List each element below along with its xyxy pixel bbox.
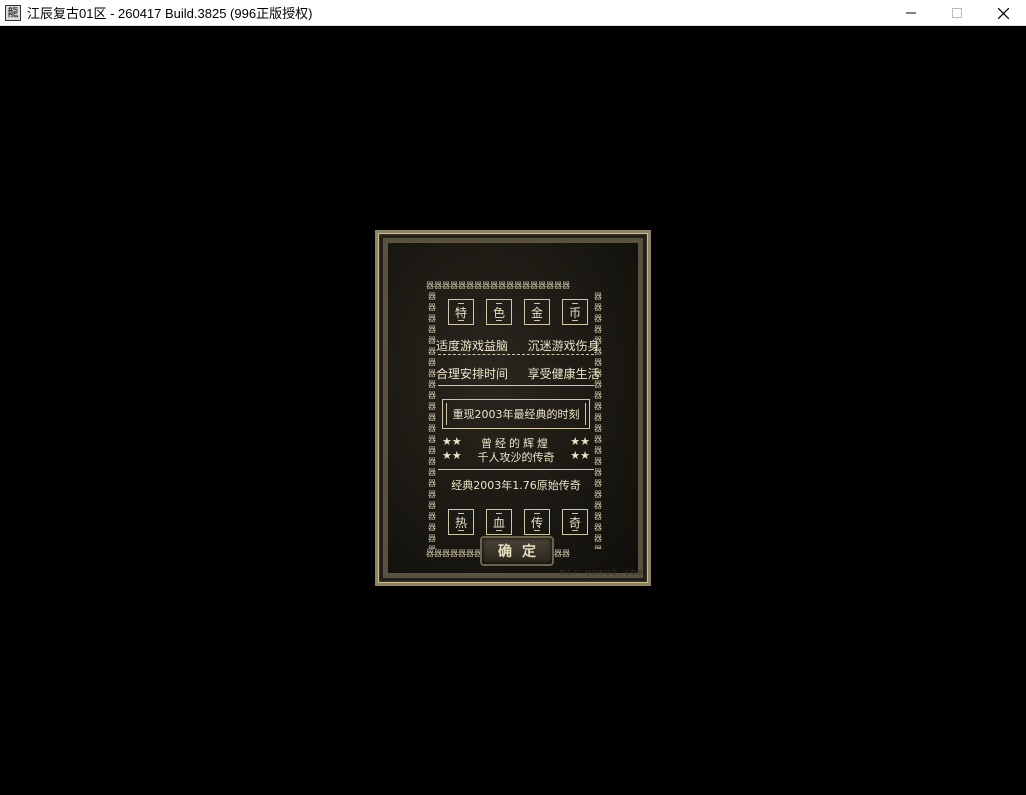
line1-left: 适度游戏益脑 [436,339,509,353]
dashed-divider [438,354,594,355]
stars-right: ★★ [570,449,590,462]
char-box: 传 [524,509,550,535]
window-titlebar: 龍 江辰复古01区 - 260417 Build.3825 (996正版授权) [0,0,1026,26]
footer-char-boxes: 热 血 传 奇 [448,509,588,535]
char-box: 血 [486,509,512,535]
divider [438,469,594,470]
maximize-button[interactable] [934,0,980,26]
char-box: 币 [562,299,588,325]
line1-right: 沉迷游戏伤身 [527,339,600,353]
health-notice-line-2: 合理安排时间 享受健康生活 [436,365,606,382]
border-pattern-right: 器器器器器器器器器器器器器器器器器器器器器器器器 [594,292,602,549]
confirm-button[interactable]: 确定 [480,536,554,566]
char-box: 奇 [562,509,588,535]
maximize-icon [952,8,962,18]
char-box: 色 [486,299,512,325]
border-pattern-top: 器器器器器器器器器器器器器器器器器器 [426,281,570,290]
close-icon [997,7,1009,19]
line2-left: 合理安排时间 [436,367,509,381]
close-button[interactable] [980,0,1026,26]
slogan-frame: 重现2003年最经典的时刻 [442,399,590,429]
minimize-button[interactable] [888,0,934,26]
health-notice-line-1: 适度游戏益脑 沉迷游戏伤身 [436,337,606,354]
char-box: 金 [524,299,550,325]
window-title: 江辰复古01区 - 260417 Build.3825 (996正版授权) [27,6,313,21]
line2-right: 享受健康生活 [527,367,600,381]
divider [438,385,594,386]
star-line-2-text: 千人攻沙的传奇 [477,451,555,464]
border-pattern-left: 器器器器器器器器器器器器器器器器器器器器器器器器 [428,292,436,549]
title-char-boxes: 特 色 金 币 [448,299,588,325]
version-text: 经典2003年1.76原始传奇 [451,479,581,492]
char-box: 特 [448,299,474,325]
char-box: 热 [448,509,474,535]
minimize-icon [906,12,916,14]
watermark: mir.yusui.com [560,568,644,578]
slogan-text: 重现2003年最经典的时刻 [452,408,580,421]
star-line-2: ★★ 千人攻沙的传奇 ★★ [442,449,590,465]
app-icon: 龍 [5,4,21,21]
notice-panel: 器器器器器器器器器器器器器器器器器器 器器器器器器器器器器器器器器器器器器 器器… [426,281,606,561]
notice-dialog: 器器器器器器器器器器器器器器器器器器 器器器器器器器器器器器器器器器器器器 器器… [375,230,651,586]
stars-left: ★★ [442,449,462,462]
